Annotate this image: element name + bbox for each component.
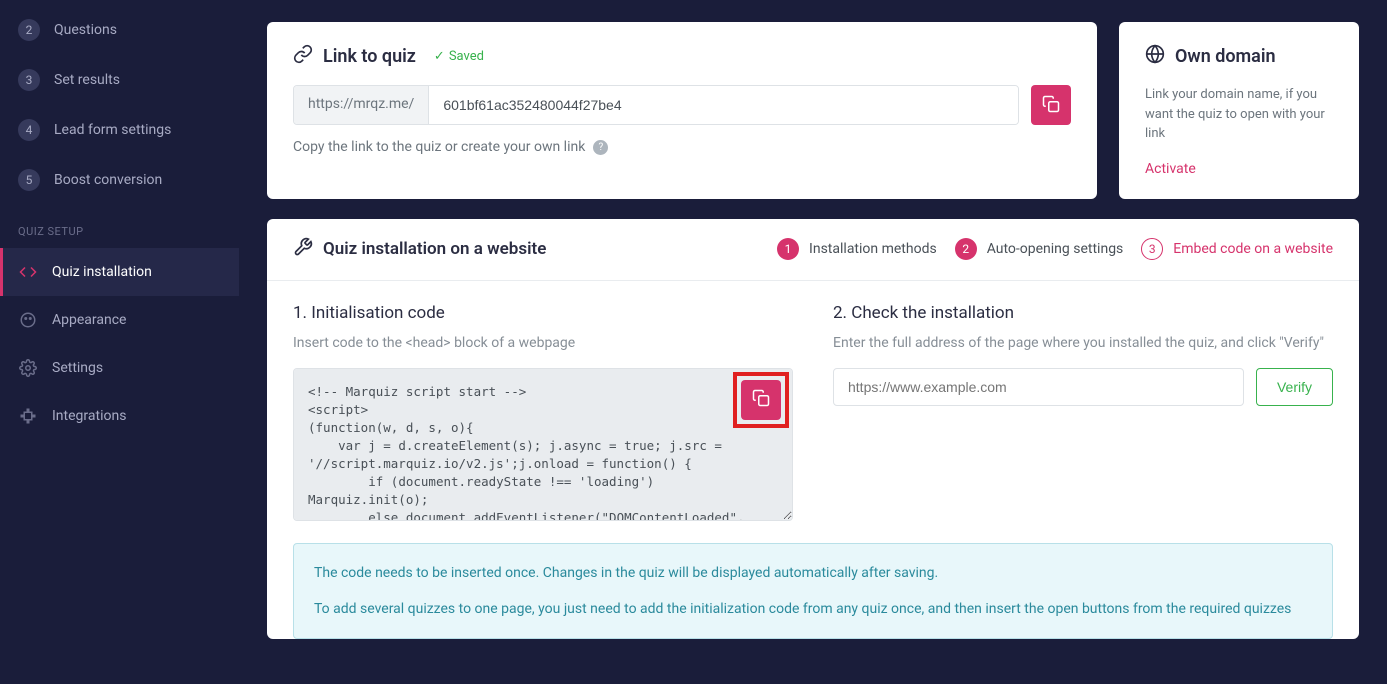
card-title: Link to quiz Saved: [293, 44, 1071, 69]
step-number: 4: [18, 119, 40, 141]
install-title: Quiz installation on a website: [293, 237, 546, 262]
section-hint: Enter the full address of the page where…: [833, 333, 1333, 354]
check-installation-section: 2. Check the installation Enter the full…: [833, 303, 1333, 521]
init-code-section: 1. Initialisation code Insert code to th…: [293, 303, 793, 521]
sidebar-step-set-results[interactable]: 3 Set results: [0, 55, 239, 105]
quiz-installation-card: Quiz installation on a website 1 Install…: [267, 219, 1359, 640]
step-embed-code[interactable]: 3 Embed code on a website: [1141, 238, 1333, 260]
own-domain-card: Own domain Link your domain name, if you…: [1119, 22, 1359, 199]
section-title: 2. Check the installation: [833, 303, 1333, 323]
globe-icon: [1145, 44, 1165, 69]
section-hint: Insert code to the <head> block of a web…: [293, 333, 793, 354]
sidebar-item-integrations[interactable]: Integrations: [0, 392, 239, 440]
puzzle-icon: [18, 406, 38, 426]
sidebar-item-label: Integrations: [52, 408, 126, 424]
sidebar-item-label: Appearance: [52, 312, 126, 328]
step-installation-methods[interactable]: 1 Installation methods: [777, 238, 937, 260]
verify-url-input[interactable]: [833, 368, 1244, 406]
card-title: Own domain: [1145, 44, 1333, 69]
main-content: Link to quiz Saved https://mrqz.me/ Copy…: [239, 0, 1387, 684]
install-header: Quiz installation on a website 1 Install…: [267, 219, 1359, 281]
link-icon: [293, 44, 313, 69]
copy-icon: [1042, 95, 1060, 116]
sidebar-step-lead-form[interactable]: 4 Lead form settings: [0, 105, 239, 155]
sidebar-item-label: Settings: [52, 360, 103, 376]
copy-icon: [752, 389, 770, 410]
link-input-group: https://mrqz.me/: [293, 85, 1019, 125]
sidebar-item-label: Quiz installation: [52, 264, 152, 280]
copy-code-highlight: [733, 372, 789, 428]
step-number: 2: [18, 19, 40, 41]
sidebar: 2 Questions 3 Set results 4 Lead form se…: [0, 0, 239, 684]
init-code-textarea[interactable]: <!-- Marquiz script start --> <script> (…: [293, 368, 793, 521]
sidebar-section-label: QUIZ SETUP: [0, 205, 239, 248]
step-number: 5: [18, 169, 40, 191]
step-label: Questions: [54, 22, 117, 38]
activate-domain-link[interactable]: Activate: [1145, 161, 1196, 177]
copy-link-button[interactable]: [1031, 85, 1071, 125]
step-number: 3: [18, 69, 40, 91]
section-title: 1. Initialisation code: [293, 303, 793, 323]
sidebar-step-boost[interactable]: 5 Boost conversion: [0, 155, 239, 205]
copy-code-button[interactable]: [741, 380, 781, 420]
domain-description: Link your domain name, if you want the q…: [1145, 85, 1333, 144]
step-label: Set results: [54, 72, 120, 88]
code-icon: [18, 262, 38, 282]
verify-button[interactable]: Verify: [1256, 368, 1333, 406]
palette-icon: [18, 310, 38, 330]
help-icon[interactable]: ?: [593, 140, 608, 155]
sidebar-step-questions[interactable]: 2 Questions: [0, 5, 239, 55]
sidebar-item-quiz-installation[interactable]: Quiz installation: [0, 248, 239, 296]
step-label: Lead form settings: [54, 122, 171, 138]
sidebar-item-settings[interactable]: Settings: [0, 344, 239, 392]
tools-icon: [293, 237, 313, 262]
install-notice: The code needs to be inserted once. Chan…: [293, 543, 1333, 640]
link-prefix: https://mrqz.me/: [294, 86, 429, 124]
link-to-quiz-card: Link to quiz Saved https://mrqz.me/ Copy…: [267, 22, 1097, 199]
quiz-slug-input[interactable]: [429, 86, 1018, 124]
link-hint: Copy the link to the quiz or create your…: [293, 139, 1071, 155]
gear-icon: [18, 358, 38, 378]
sidebar-item-appearance[interactable]: Appearance: [0, 296, 239, 344]
step-label: Boost conversion: [54, 172, 162, 188]
saved-badge: Saved: [434, 49, 484, 64]
step-auto-opening[interactable]: 2 Auto-opening settings: [955, 238, 1124, 260]
